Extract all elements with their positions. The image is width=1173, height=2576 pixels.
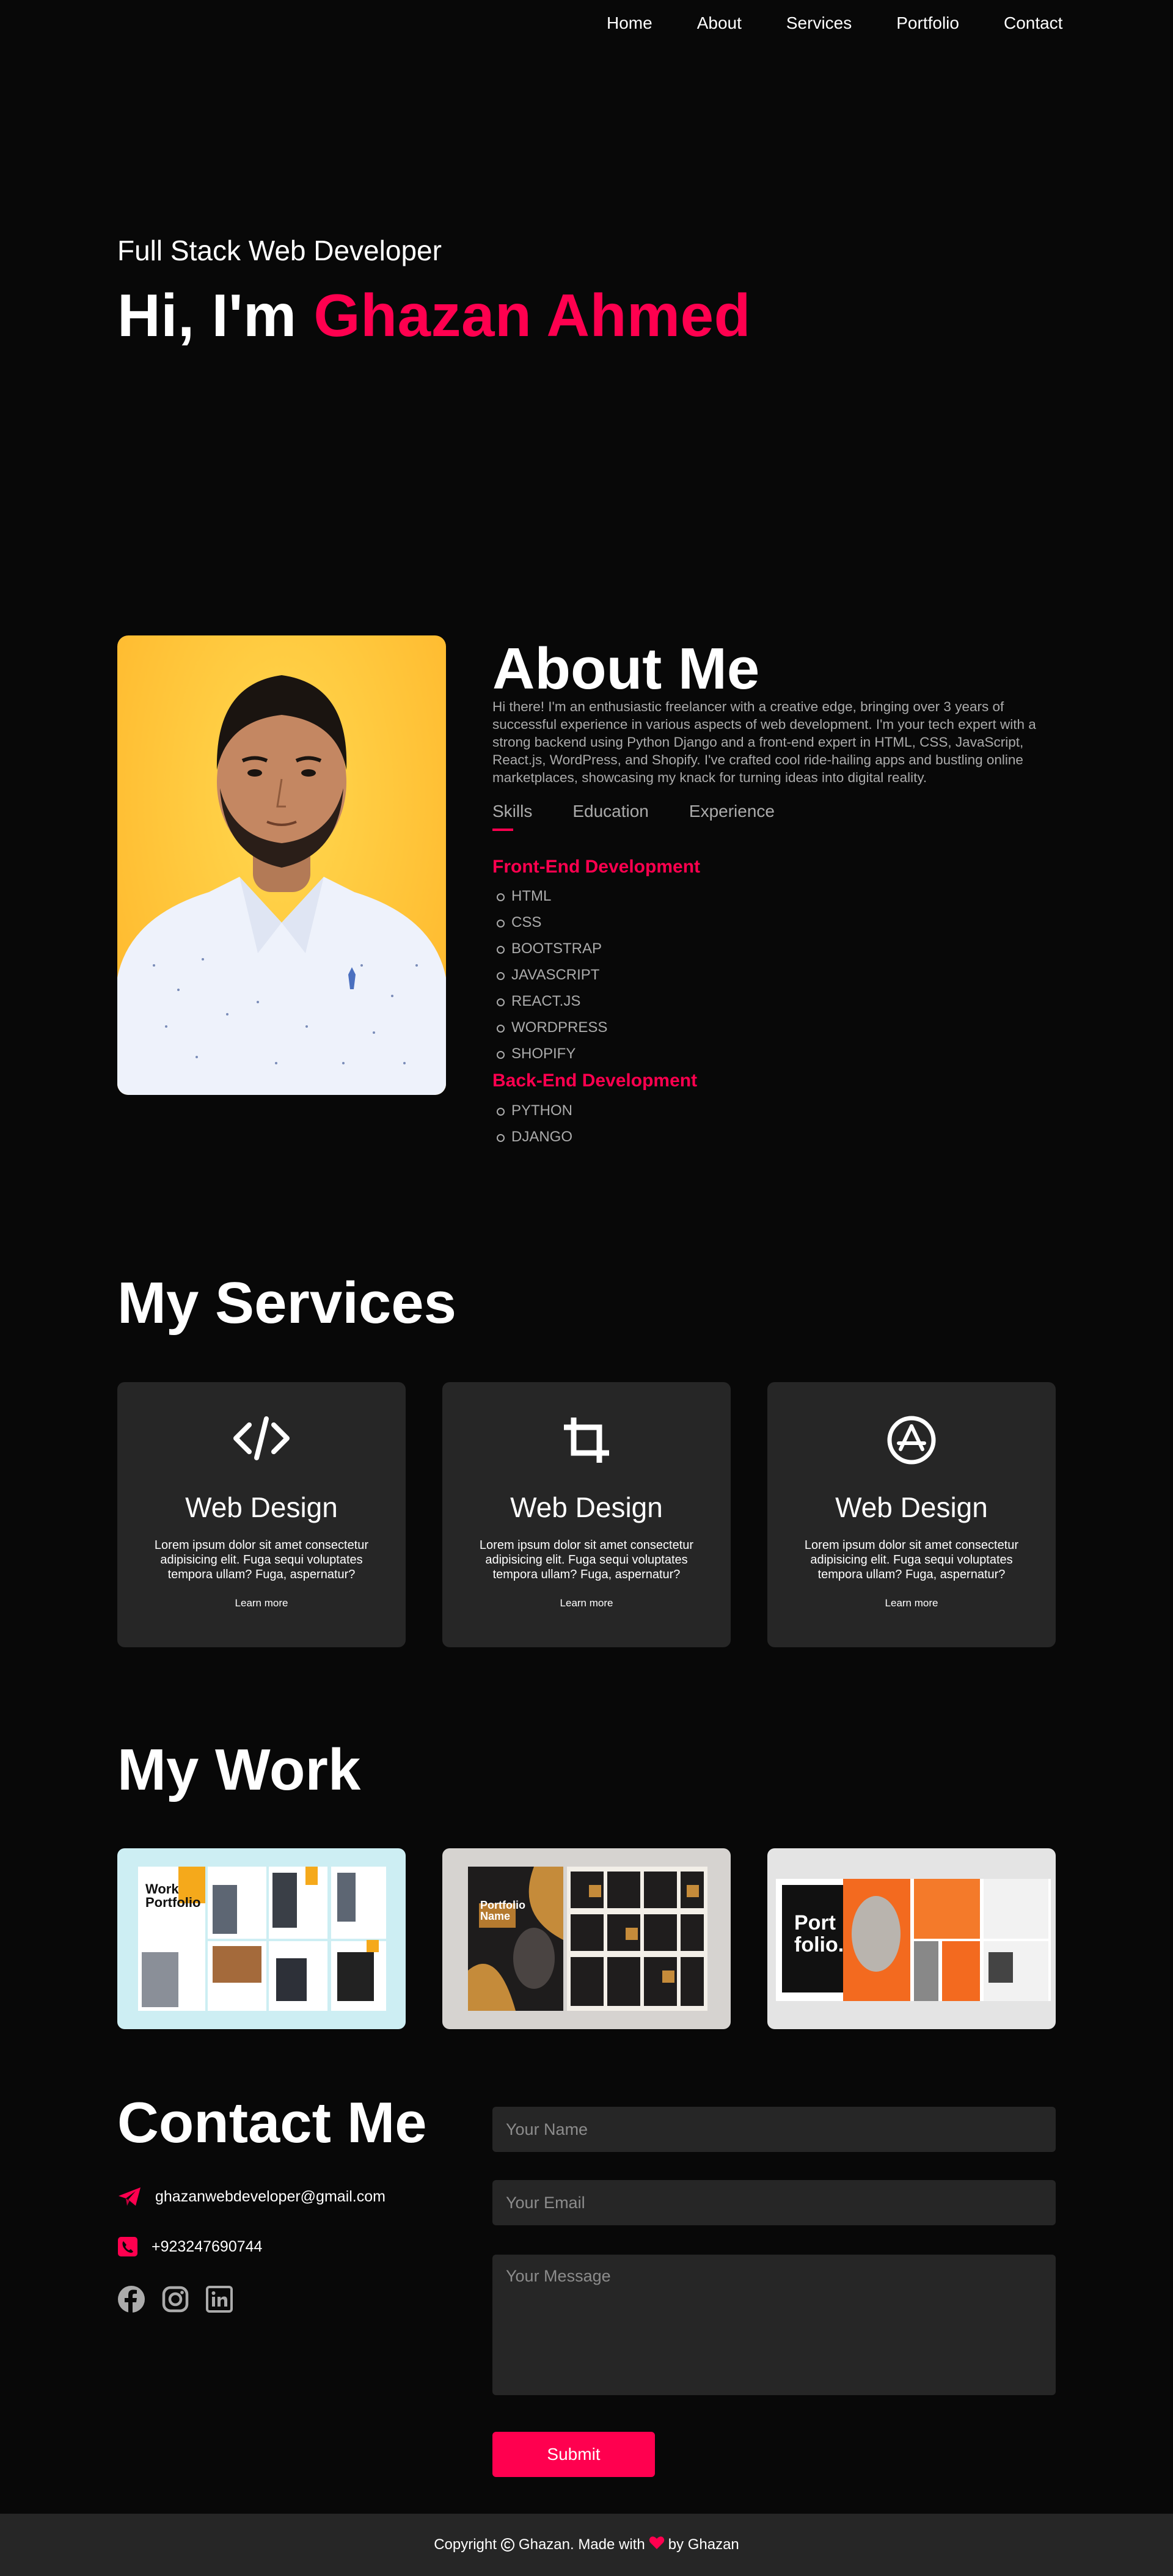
service-text: Lorem ipsum dolor sit amet consectetur a… (804, 1539, 1019, 1581)
service-card: Web Design Lorem ipsum dolor sit amet co… (442, 1382, 731, 1647)
list-item: REACT.JS (492, 992, 607, 1019)
list-item: SHOPIFY (492, 1045, 607, 1071)
service-title: Web Design (185, 1491, 338, 1523)
name-field[interactable] (492, 2107, 1056, 2152)
backend-skill-list: PYTHON DJANGO (492, 1102, 572, 1154)
instagram-icon[interactable] (161, 2285, 189, 2316)
service-title: Web Design (510, 1491, 663, 1523)
work-caption-line: Work (145, 1881, 179, 1897)
work-caption-line: Port (794, 1911, 836, 1934)
facebook-icon[interactable] (117, 2285, 145, 2316)
heart-icon (649, 2536, 665, 2554)
footer-middle: Ghazan. Made with (518, 2536, 645, 2553)
top-nav: Home About Services Portfolio Contact (607, 13, 1062, 33)
app-store-icon (767, 1414, 1056, 1466)
hero-title: Hi, I'm Ghazan Ahmed (117, 281, 751, 350)
code-icon (117, 1414, 406, 1466)
nav-contact[interactable]: Contact (1004, 13, 1063, 33)
tab-experience[interactable]: Experience (689, 802, 775, 821)
footer-suffix: by Ghazan (668, 2536, 739, 2553)
footer: Copyright Ghazan. Made with by Ghazan (0, 2514, 1173, 2576)
service-card: Web Design Lorem ipsum dolor sit amet co… (767, 1382, 1056, 1647)
services-title: My Services (117, 1270, 457, 1336)
contact-email[interactable]: ghazanwebdeveloper@gmail.com (155, 2188, 386, 2206)
linkedin-icon[interactable] (205, 2285, 233, 2316)
service-title: Web Design (835, 1491, 988, 1523)
profile-photo (117, 635, 446, 1095)
service-text: Lorem ipsum dolor sit amet consectetur a… (154, 1539, 369, 1581)
learn-more-link[interactable]: Learn more (767, 1597, 1056, 1609)
contact-phone[interactable]: +923247690744 (152, 2238, 262, 2256)
social-links (117, 2285, 233, 2316)
nav-portfolio[interactable]: Portfolio (896, 13, 959, 33)
nav-about[interactable]: About (697, 13, 742, 33)
work-caption-line: Portfolio (145, 1895, 201, 1910)
work-item[interactable]: Portfolio Name (442, 1848, 731, 2029)
frontend-skill-list: HTML CSS BOOTSTRAP JAVASCRIPT REACT.JS W… (492, 887, 607, 1071)
about-title: About Me (492, 636, 760, 701)
service-card: Web Design Lorem ipsum dolor sit amet co… (117, 1382, 406, 1647)
paper-plane-icon (117, 2186, 142, 2207)
email-field[interactable] (492, 2180, 1056, 2225)
frontend-heading: Front-End Development (492, 857, 701, 877)
work-caption-line: folio. (794, 1933, 844, 1956)
list-item: HTML (492, 887, 607, 913)
about-tabs: Skills Education Experience (492, 802, 815, 831)
hero-subtitle: Full Stack Web Developer (117, 235, 442, 266)
tab-skills[interactable]: Skills (492, 802, 532, 831)
work-title: My Work (117, 1737, 361, 1802)
work-item[interactable]: Port folio. (767, 1848, 1056, 2029)
phone-icon (117, 2236, 138, 2257)
service-text: Lorem ipsum dolor sit amet consectetur a… (479, 1539, 694, 1581)
copyright-icon (500, 2538, 515, 2552)
nav-home[interactable]: Home (607, 13, 652, 33)
learn-more-link[interactable]: Learn more (442, 1597, 731, 1609)
list-item: JAVASCRIPT (492, 966, 607, 992)
work-caption: Port folio. (794, 1912, 844, 1956)
about-text: Hi there! I'm an enthusiastic freelancer… (492, 699, 1036, 785)
work-caption-line: Name (480, 1910, 511, 1922)
work-caption: Work Portfolio (145, 1883, 200, 1909)
learn-more-link[interactable]: Learn more (117, 1597, 406, 1609)
work-item[interactable]: Work Portfolio (117, 1848, 406, 2029)
list-item: WORDPRESS (492, 1019, 607, 1045)
footer-prefix: Copyright (434, 2536, 497, 2553)
backend-heading: Back-End Development (492, 1070, 698, 1091)
nav-services[interactable]: Services (786, 13, 852, 33)
tab-education[interactable]: Education (572, 802, 649, 821)
crop-icon (442, 1414, 731, 1466)
contact-phone-row: +923247690744 (117, 2236, 262, 2257)
submit-button[interactable]: Submit (492, 2432, 655, 2477)
work-caption: Portfolio Name (480, 1900, 525, 1922)
hero-greeting: Hi, I'm (117, 282, 314, 349)
work-caption-line: Portfolio (480, 1899, 525, 1911)
list-item: CSS (492, 913, 607, 940)
hero-name: Ghazan Ahmed (313, 282, 751, 349)
contact-title: Contact Me (117, 2090, 427, 2154)
list-item: PYTHON (492, 1102, 572, 1128)
contact-email-row: ghazanwebdeveloper@gmail.com (117, 2186, 386, 2207)
message-field[interactable] (492, 2255, 1056, 2395)
list-item: BOOTSTRAP (492, 940, 607, 966)
list-item: DJANGO (492, 1128, 572, 1154)
